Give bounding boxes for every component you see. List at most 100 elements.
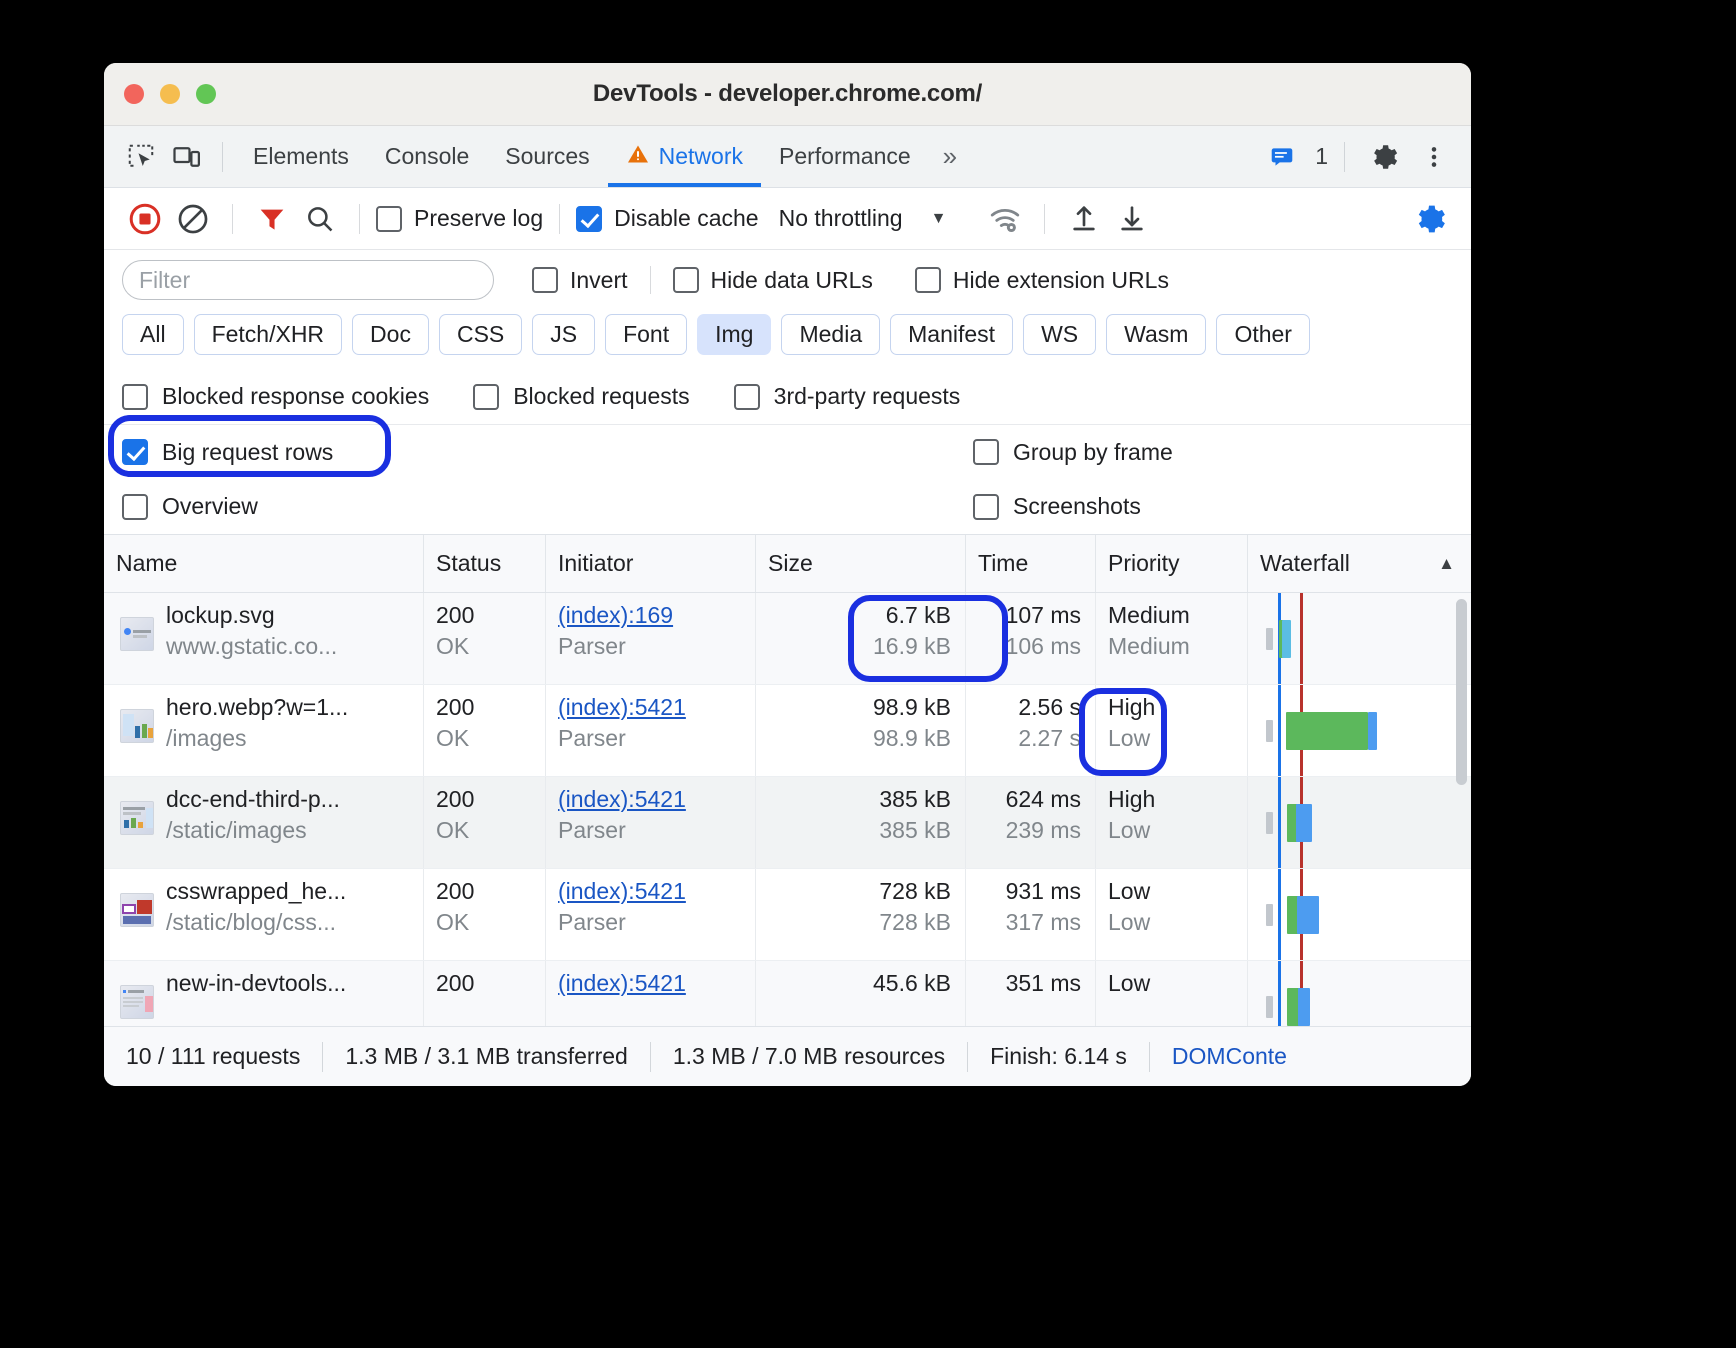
requests-scrollbar[interactable] [1456, 599, 1467, 785]
type-filter-media[interactable]: Media [781, 314, 880, 355]
row-initiator-type: Parser [558, 725, 743, 752]
tab-sources[interactable]: Sources [487, 126, 607, 187]
big-request-rows-checkbox[interactable]: Big request rows [122, 439, 333, 466]
row-waterfall-cell [1248, 869, 1471, 960]
row-initiator-link[interactable]: (index):169 [558, 603, 743, 627]
throttling-select-value[interactable]: No throttling [779, 205, 903, 232]
inspect-element-icon[interactable] [118, 134, 164, 180]
third-party-requests-checkbox[interactable]: 3rd-party requests [734, 383, 961, 410]
column-header-status[interactable]: Status [424, 535, 546, 592]
console-messages-icon[interactable] [1259, 134, 1305, 180]
row-filename: lockup.svg [166, 603, 337, 627]
network-settings-gear-icon[interactable] [1407, 196, 1453, 242]
network-conditions-icon[interactable] [982, 196, 1028, 242]
row-status-cell: 200 OK [424, 593, 546, 684]
row-initiator-link[interactable]: (index):5421 [558, 879, 743, 903]
row-domain: /static/blog/css... [166, 909, 346, 936]
row-initiator-link[interactable]: (index):5421 [558, 971, 743, 995]
chevron-down-icon[interactable]: ▼ [931, 210, 947, 228]
tab-performance[interactable]: Performance [761, 126, 929, 187]
row-size-transferred: 45.6 kB [873, 971, 951, 995]
table-row[interactable]: dcc-end-third-p... /static/images 200 OK… [104, 777, 1471, 869]
blocked-response-cookies-checkbox[interactable]: Blocked response cookies [122, 383, 429, 410]
row-time-total: 2.56 s [1018, 695, 1081, 719]
column-header-time[interactable]: Time [966, 535, 1096, 592]
disable-cache-checkbox[interactable]: Disable cache [576, 205, 758, 232]
type-filter-wasm[interactable]: Wasm [1106, 314, 1206, 355]
type-filter-ws[interactable]: WS [1023, 314, 1096, 355]
invert-checkbox[interactable]: Invert [532, 267, 628, 294]
filter-funnel-icon[interactable] [249, 196, 295, 242]
device-toolbar-icon[interactable] [164, 134, 210, 180]
row-size-cell: 6.7 kB 16.9 kB [756, 593, 966, 684]
toolbar-divider-1 [232, 204, 233, 234]
column-header-initiator[interactable]: Initiator [546, 535, 756, 592]
type-filter-other[interactable]: Other [1216, 314, 1310, 355]
row-name-cell[interactable]: csswrapped_he... /static/blog/css... [104, 869, 424, 960]
column-header-size[interactable]: Size [756, 535, 966, 592]
tab-elements[interactable]: Elements [235, 126, 367, 187]
column-header-priority[interactable]: Priority [1096, 535, 1248, 592]
hide-data-urls-checkbox[interactable]: Hide data URLs [673, 267, 873, 294]
group-by-frame-box[interactable] [973, 439, 999, 465]
type-filter-img[interactable]: Img [697, 314, 771, 355]
hide-data-urls-box[interactable] [673, 267, 699, 293]
disable-cache-box[interactable] [576, 206, 602, 232]
search-icon[interactable] [297, 196, 343, 242]
row-initiator-link[interactable]: (index):5421 [558, 787, 743, 811]
maximize-window-button[interactable] [196, 84, 216, 104]
status-divider-1 [322, 1042, 323, 1072]
more-tabs-icon[interactable]: » [929, 141, 969, 172]
overview-box[interactable] [122, 494, 148, 520]
big-rows-row: Big request rows Group by frame [104, 424, 1471, 479]
type-filter-font[interactable]: Font [605, 314, 687, 355]
group-by-frame-checkbox[interactable]: Group by frame [973, 439, 1173, 466]
preserve-log-checkbox[interactable]: Preserve log [376, 205, 543, 232]
row-name-cell[interactable]: lockup.svg www.gstatic.co... [104, 593, 424, 684]
gear-icon[interactable] [1361, 134, 1407, 180]
blocked-requests-box[interactable] [473, 384, 499, 410]
hide-extension-urls-box[interactable] [915, 267, 941, 293]
tab-elements-label: Elements [253, 143, 349, 170]
more-options-icon[interactable] [1411, 134, 1457, 180]
big-request-rows-box[interactable] [122, 439, 148, 465]
export-har-icon[interactable] [1109, 196, 1155, 242]
tab-console[interactable]: Console [367, 126, 487, 187]
overview-checkbox[interactable]: Overview [122, 493, 258, 520]
row-priority-final: Low [1108, 971, 1235, 995]
row-time-total: 107 ms [1006, 603, 1081, 627]
column-header-name[interactable]: Name [104, 535, 424, 592]
table-row[interactable]: hero.webp?w=1... /images 200 OK (index):… [104, 685, 1471, 777]
filter-input[interactable]: Filter [122, 260, 494, 300]
import-har-icon[interactable] [1061, 196, 1107, 242]
column-header-waterfall[interactable]: Waterfall ▲ [1248, 535, 1471, 592]
screenshots-box[interactable] [973, 494, 999, 520]
window-controls[interactable] [124, 84, 216, 104]
third-party-requests-box[interactable] [734, 384, 760, 410]
minimize-window-button[interactable] [160, 84, 180, 104]
record-stop-icon[interactable] [122, 196, 168, 242]
table-row[interactable]: lockup.svg www.gstatic.co... 200 OK (ind… [104, 593, 1471, 685]
preserve-log-box[interactable] [376, 206, 402, 232]
screenshots-checkbox[interactable]: Screenshots [973, 493, 1141, 520]
type-filter-manifest[interactable]: Manifest [890, 314, 1013, 355]
blocked-requests-checkbox[interactable]: Blocked requests [473, 383, 689, 410]
row-size-cell: 385 kB 385 kB [756, 777, 966, 868]
type-filter-doc[interactable]: Doc [352, 314, 429, 355]
row-initiator-link[interactable]: (index):5421 [558, 695, 743, 719]
clear-icon[interactable] [170, 196, 216, 242]
blocked-response-cookies-box[interactable] [122, 384, 148, 410]
table-row[interactable]: csswrapped_he... /static/blog/css... 200… [104, 869, 1471, 961]
type-filter-fetch-xhr[interactable]: Fetch/XHR [194, 314, 342, 355]
invert-box[interactable] [532, 267, 558, 293]
domcontentloaded-marker [1278, 685, 1281, 776]
tab-network[interactable]: Network [608, 126, 761, 187]
row-name-cell[interactable]: hero.webp?w=1... /images [104, 685, 424, 776]
close-window-button[interactable] [124, 84, 144, 104]
sort-ascending-icon[interactable]: ▲ [1438, 554, 1455, 574]
type-filter-css[interactable]: CSS [439, 314, 522, 355]
hide-extension-urls-checkbox[interactable]: Hide extension URLs [915, 267, 1169, 294]
type-filter-all[interactable]: All [122, 314, 184, 355]
type-filter-js[interactable]: JS [532, 314, 595, 355]
row-name-cell[interactable]: dcc-end-third-p... /static/images [104, 777, 424, 868]
